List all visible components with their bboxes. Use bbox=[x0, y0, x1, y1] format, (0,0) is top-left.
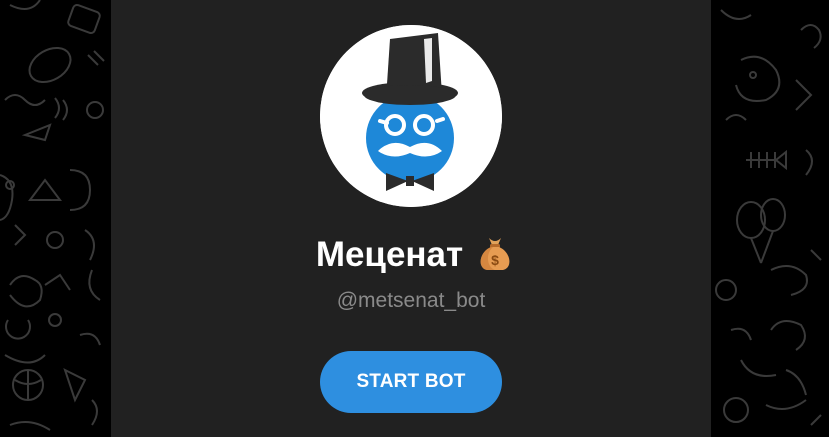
bot-avatar bbox=[320, 25, 502, 207]
money-bag-icon: $ bbox=[477, 234, 513, 272]
bot-username: @metsenat_bot bbox=[336, 289, 486, 312]
chat-background-right bbox=[711, 0, 829, 437]
svg-text:$: $ bbox=[491, 252, 499, 268]
chat-background-left bbox=[0, 0, 111, 437]
bot-name: Меценат bbox=[315, 235, 464, 274]
bot-name-row: Меценат $ bbox=[0, 233, 829, 277]
start-bot-button[interactable]: START BOT bbox=[320, 351, 502, 413]
